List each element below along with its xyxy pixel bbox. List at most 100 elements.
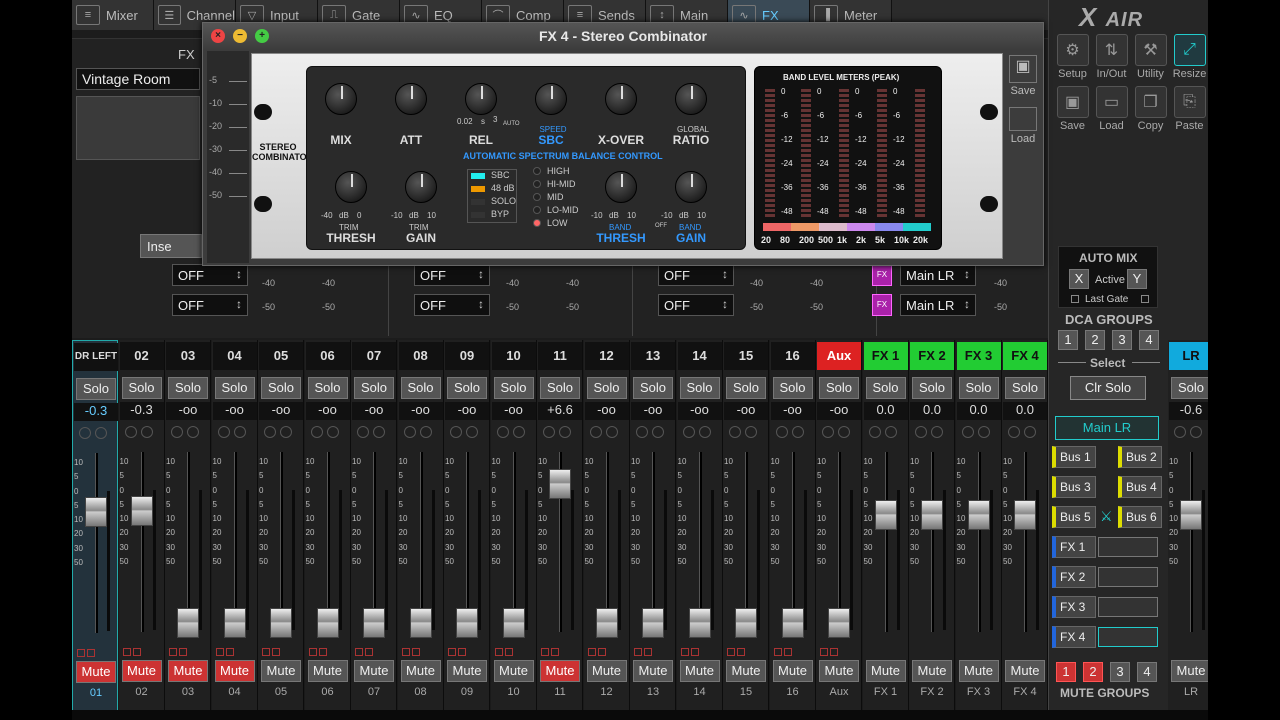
fader-track[interactable] <box>884 452 888 632</box>
link-dot[interactable] <box>961 426 974 438</box>
fx-slot-thumbnail[interactable] <box>1098 537 1158 557</box>
fader-handle[interactable] <box>456 608 478 639</box>
fader-track[interactable] <box>652 452 655 632</box>
knob-ratio[interactable] <box>675 83 707 115</box>
link-dot[interactable] <box>450 426 462 438</box>
fader-track[interactable] <box>977 452 981 632</box>
dca-button-4[interactable]: 4 <box>1139 330 1159 350</box>
fader-handle[interactable] <box>828 608 850 639</box>
link-dot[interactable] <box>95 427 107 439</box>
send-select[interactable]: OFF <box>172 264 248 286</box>
bus-button-2[interactable]: Bus 2 <box>1118 446 1162 468</box>
fader-handle[interactable] <box>921 499 943 530</box>
fader-track[interactable] <box>605 452 609 632</box>
maximize-button[interactable]: + <box>255 29 269 43</box>
fader-track[interactable] <box>466 452 469 632</box>
send-destination[interactable]: Main LR <box>900 294 976 316</box>
fx-slot-thumbnail[interactable] <box>1098 567 1158 587</box>
utility-button[interactable]: ⚒ Utility <box>1131 34 1170 82</box>
solo-button[interactable]: Solo <box>214 377 255 399</box>
fader-track[interactable] <box>745 452 748 632</box>
band-led[interactable] <box>533 219 541 227</box>
mute-button[interactable]: Mute <box>865 660 906 682</box>
link-dot[interactable] <box>682 426 695 438</box>
fader-track[interactable] <box>95 453 98 633</box>
fader-handle[interactable] <box>130 496 153 527</box>
channel-name[interactable]: 14 <box>677 342 722 370</box>
knob-att[interactable] <box>395 83 427 115</box>
mute-button[interactable]: Mute <box>261 660 301 682</box>
channel-name[interactable]: 08 <box>398 342 443 370</box>
fx-slot-button-3[interactable]: FX 3 <box>1052 596 1096 618</box>
channel-name[interactable]: FX 1 <box>863 342 908 370</box>
fader-handle[interactable] <box>409 608 432 639</box>
fader-track[interactable] <box>791 452 795 632</box>
mute-button[interactable]: Mute <box>772 660 813 682</box>
window-load[interactable]: Load <box>1005 107 1041 145</box>
link-dot[interactable] <box>838 426 850 438</box>
knob-mix[interactable] <box>325 83 357 115</box>
send-select[interactable]: OFF <box>172 294 248 316</box>
fader-track[interactable] <box>1190 452 1193 632</box>
band-led[interactable] <box>533 167 541 175</box>
channel-name[interactable]: 16 <box>770 342 815 370</box>
mute-button[interactable]: Mute <box>726 660 766 682</box>
mute-button[interactable]: Mute <box>679 660 720 682</box>
band-led[interactable] <box>533 193 541 201</box>
last-gate-checkbox[interactable] <box>1141 295 1149 303</box>
mute-button[interactable]: Mute <box>307 660 348 682</box>
send-select[interactable]: OFF <box>658 264 734 286</box>
mute-button[interactable]: Mute <box>354 660 394 682</box>
solo-button[interactable]: Solo <box>726 377 766 399</box>
solo-button[interactable]: Solo <box>1005 377 1045 399</box>
channel-name[interactable]: 13 <box>631 342 675 370</box>
mute-button[interactable]: Mute <box>819 660 859 682</box>
link-dot[interactable] <box>977 426 990 438</box>
bus-button-4[interactable]: Bus 4 <box>1118 476 1162 498</box>
link-dot[interactable] <box>357 426 369 438</box>
channel-name[interactable]: 12 <box>584 342 629 370</box>
solo-button[interactable]: Solo <box>772 377 813 399</box>
fader-handle[interactable] <box>177 608 199 639</box>
fader-track[interactable] <box>326 452 330 632</box>
channel-name[interactable]: 11 <box>538 342 582 370</box>
fader-track[interactable] <box>233 452 237 632</box>
fader-handle[interactable] <box>595 608 618 639</box>
link-dot[interactable] <box>543 426 555 438</box>
fader-track[interactable] <box>698 452 702 632</box>
fx-thumbnail[interactable] <box>76 96 200 160</box>
link-dot[interactable] <box>373 426 385 438</box>
send-select[interactable]: OFF <box>414 264 490 286</box>
solo-button[interactable]: Solo <box>121 377 162 399</box>
window-save[interactable]: ▣ Save <box>1005 55 1041 97</box>
link-icon[interactable]: ⚔ <box>1100 508 1116 524</box>
fader-handle[interactable] <box>85 497 107 528</box>
fader-handle[interactable] <box>967 499 990 530</box>
solo-button[interactable]: Solo <box>819 377 859 399</box>
knob-x-over[interactable] <box>605 83 637 115</box>
bus-button-1[interactable]: Bus 1 <box>1052 446 1096 468</box>
channel-name[interactable]: Aux <box>817 342 861 370</box>
fx-preset-name[interactable]: Vintage Room <box>76 68 200 90</box>
link-dot[interactable] <box>233 426 246 438</box>
link-dot[interactable] <box>652 426 664 438</box>
solo-button[interactable]: Solo <box>912 377 952 399</box>
knob-rel[interactable] <box>465 83 497 115</box>
copy-button[interactable]: ❐ Copy <box>1131 86 1170 134</box>
mute-button[interactable]: Mute <box>540 660 580 682</box>
paste-button[interactable]: ⎘ Paste <box>1170 86 1208 134</box>
fader-handle[interactable] <box>549 469 571 499</box>
fx-slot-thumbnail[interactable] <box>1098 627 1158 647</box>
solo-button[interactable]: Solo <box>447 377 487 399</box>
link-dot[interactable] <box>884 426 897 438</box>
mute-button[interactable]: Mute <box>447 660 487 682</box>
mute-button[interactable]: Mute <box>586 660 627 682</box>
knob-trim-thresh[interactable] <box>335 171 367 203</box>
fader-handle[interactable] <box>781 608 804 639</box>
channel-name[interactable]: FX 4 <box>1003 342 1047 370</box>
link-dot[interactable] <box>264 426 276 438</box>
solo-button[interactable]: Solo <box>633 377 673 399</box>
solo-button[interactable]: Solo <box>307 377 348 399</box>
bus-button-6[interactable]: Bus 6 <box>1118 506 1162 528</box>
channel-name[interactable]: 10 <box>491 342 536 370</box>
